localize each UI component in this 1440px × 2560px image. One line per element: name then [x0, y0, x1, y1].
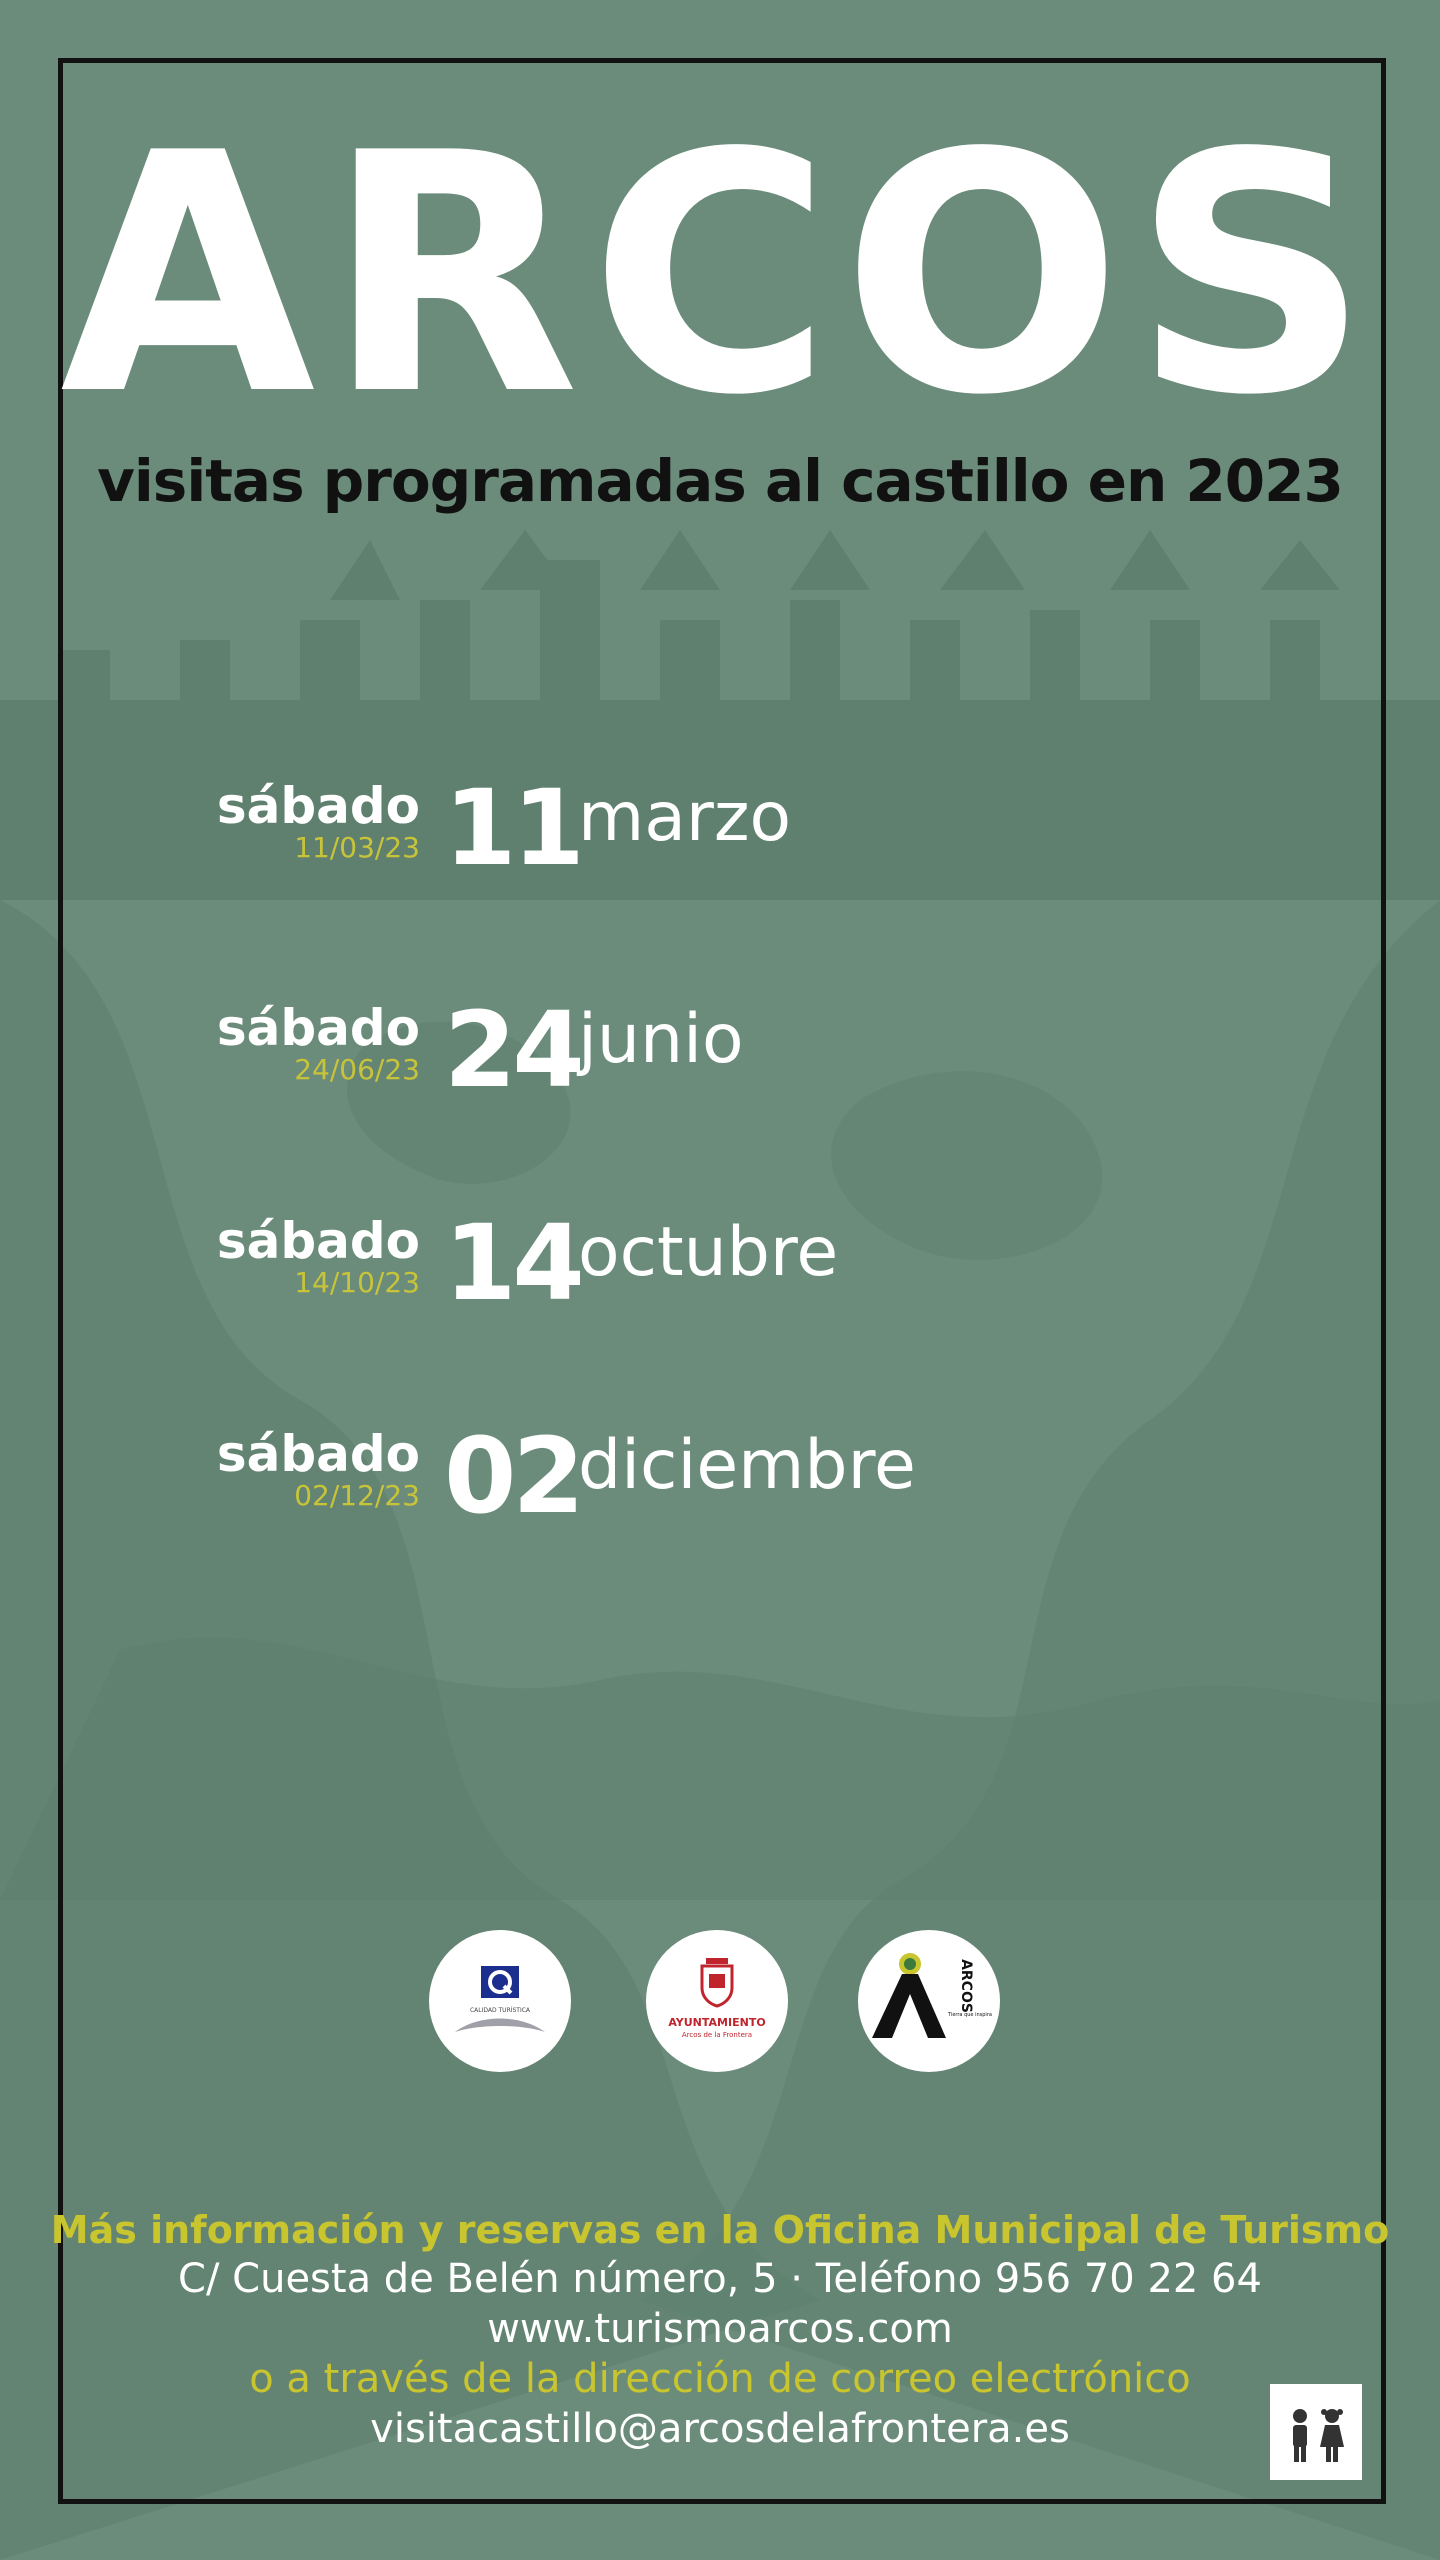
visit-month: diciembre [578, 1426, 916, 1505]
visit-short-date: 02/12/23 [294, 1479, 420, 1512]
children-icon [1293, 2409, 1344, 2462]
ayuntamiento-logo: AYUNTAMIENTO Arcos de la Frontera [646, 1930, 788, 2072]
visit-month: octubre [578, 1213, 839, 1292]
visit-weekday: sábado [216, 1212, 420, 1270]
kids-friendly-badge [1270, 2384, 1362, 2480]
visit-entry: sábado 02/12/23 02 diciembre [0, 1416, 1440, 1550]
visit-day-number: 02 [444, 1415, 585, 1537]
visit-month: junio [578, 1000, 744, 1079]
visit-weekday: sábado [216, 1425, 420, 1483]
coat-of-arms-icon: AYUNTAMIENTO Arcos de la Frontera [668, 1958, 766, 2039]
visit-weekday: sábado [216, 999, 420, 1057]
info-email-link[interactable]: visitacastillo@arcosdelafrontera.es [0, 2404, 1440, 2454]
arcos-a-icon: ARCOS Tierra que inspira [872, 1953, 992, 2038]
visit-month: marzo [578, 778, 792, 857]
poster-subtitle: visitas programadas al castillo en 2023 [97, 447, 1344, 515]
visit-short-date: 11/03/23 [294, 831, 420, 864]
visit-day-number: 14 [444, 1202, 585, 1324]
info-heading: Más información y reservas en la Oficina… [50, 2208, 1390, 2252]
info-address: C/ Cuesta de Belén número, 5 · Teléfono … [178, 2256, 1262, 2302]
info-email-intro: o a través de la dirección de correo ele… [249, 2356, 1191, 2402]
info-website-link[interactable]: www.turismoarcos.com [0, 2304, 1440, 2354]
calidad-turistica-logo: CALIDAD TURÍSTICA [429, 1930, 571, 2072]
ayuntamiento-logo-subtitle: Arcos de la Frontera [682, 2031, 752, 2039]
visit-day-number: 11 [444, 767, 585, 889]
visit-short-date: 14/10/23 [294, 1266, 420, 1299]
ayuntamiento-logo-title: AYUNTAMIENTO [668, 2016, 765, 2029]
visit-short-date: 24/06/23 [294, 1053, 420, 1086]
visit-weekday: sábado [216, 777, 420, 835]
visit-day-number: 24 [444, 989, 585, 1111]
poster-title: ARCOS [60, 83, 1380, 467]
arcos-brand-tagline: Tierra que inspira [947, 2012, 992, 2018]
arcos-brand-word: ARCOS [958, 1959, 974, 2013]
visit-entry: sábado 11/03/23 11 marzo [0, 768, 1440, 902]
quality-q-icon: CALIDAD TURÍSTICA [455, 1966, 545, 2032]
arcos-brand-logo: ARCOS Tierra que inspira [858, 1930, 1000, 2072]
calidad-logo-text: CALIDAD TURÍSTICA [470, 2007, 531, 2014]
visit-entry: sábado 14/10/23 14 octubre [0, 1203, 1440, 1337]
visit-entry: sábado 24/06/23 24 junio [0, 990, 1440, 1124]
